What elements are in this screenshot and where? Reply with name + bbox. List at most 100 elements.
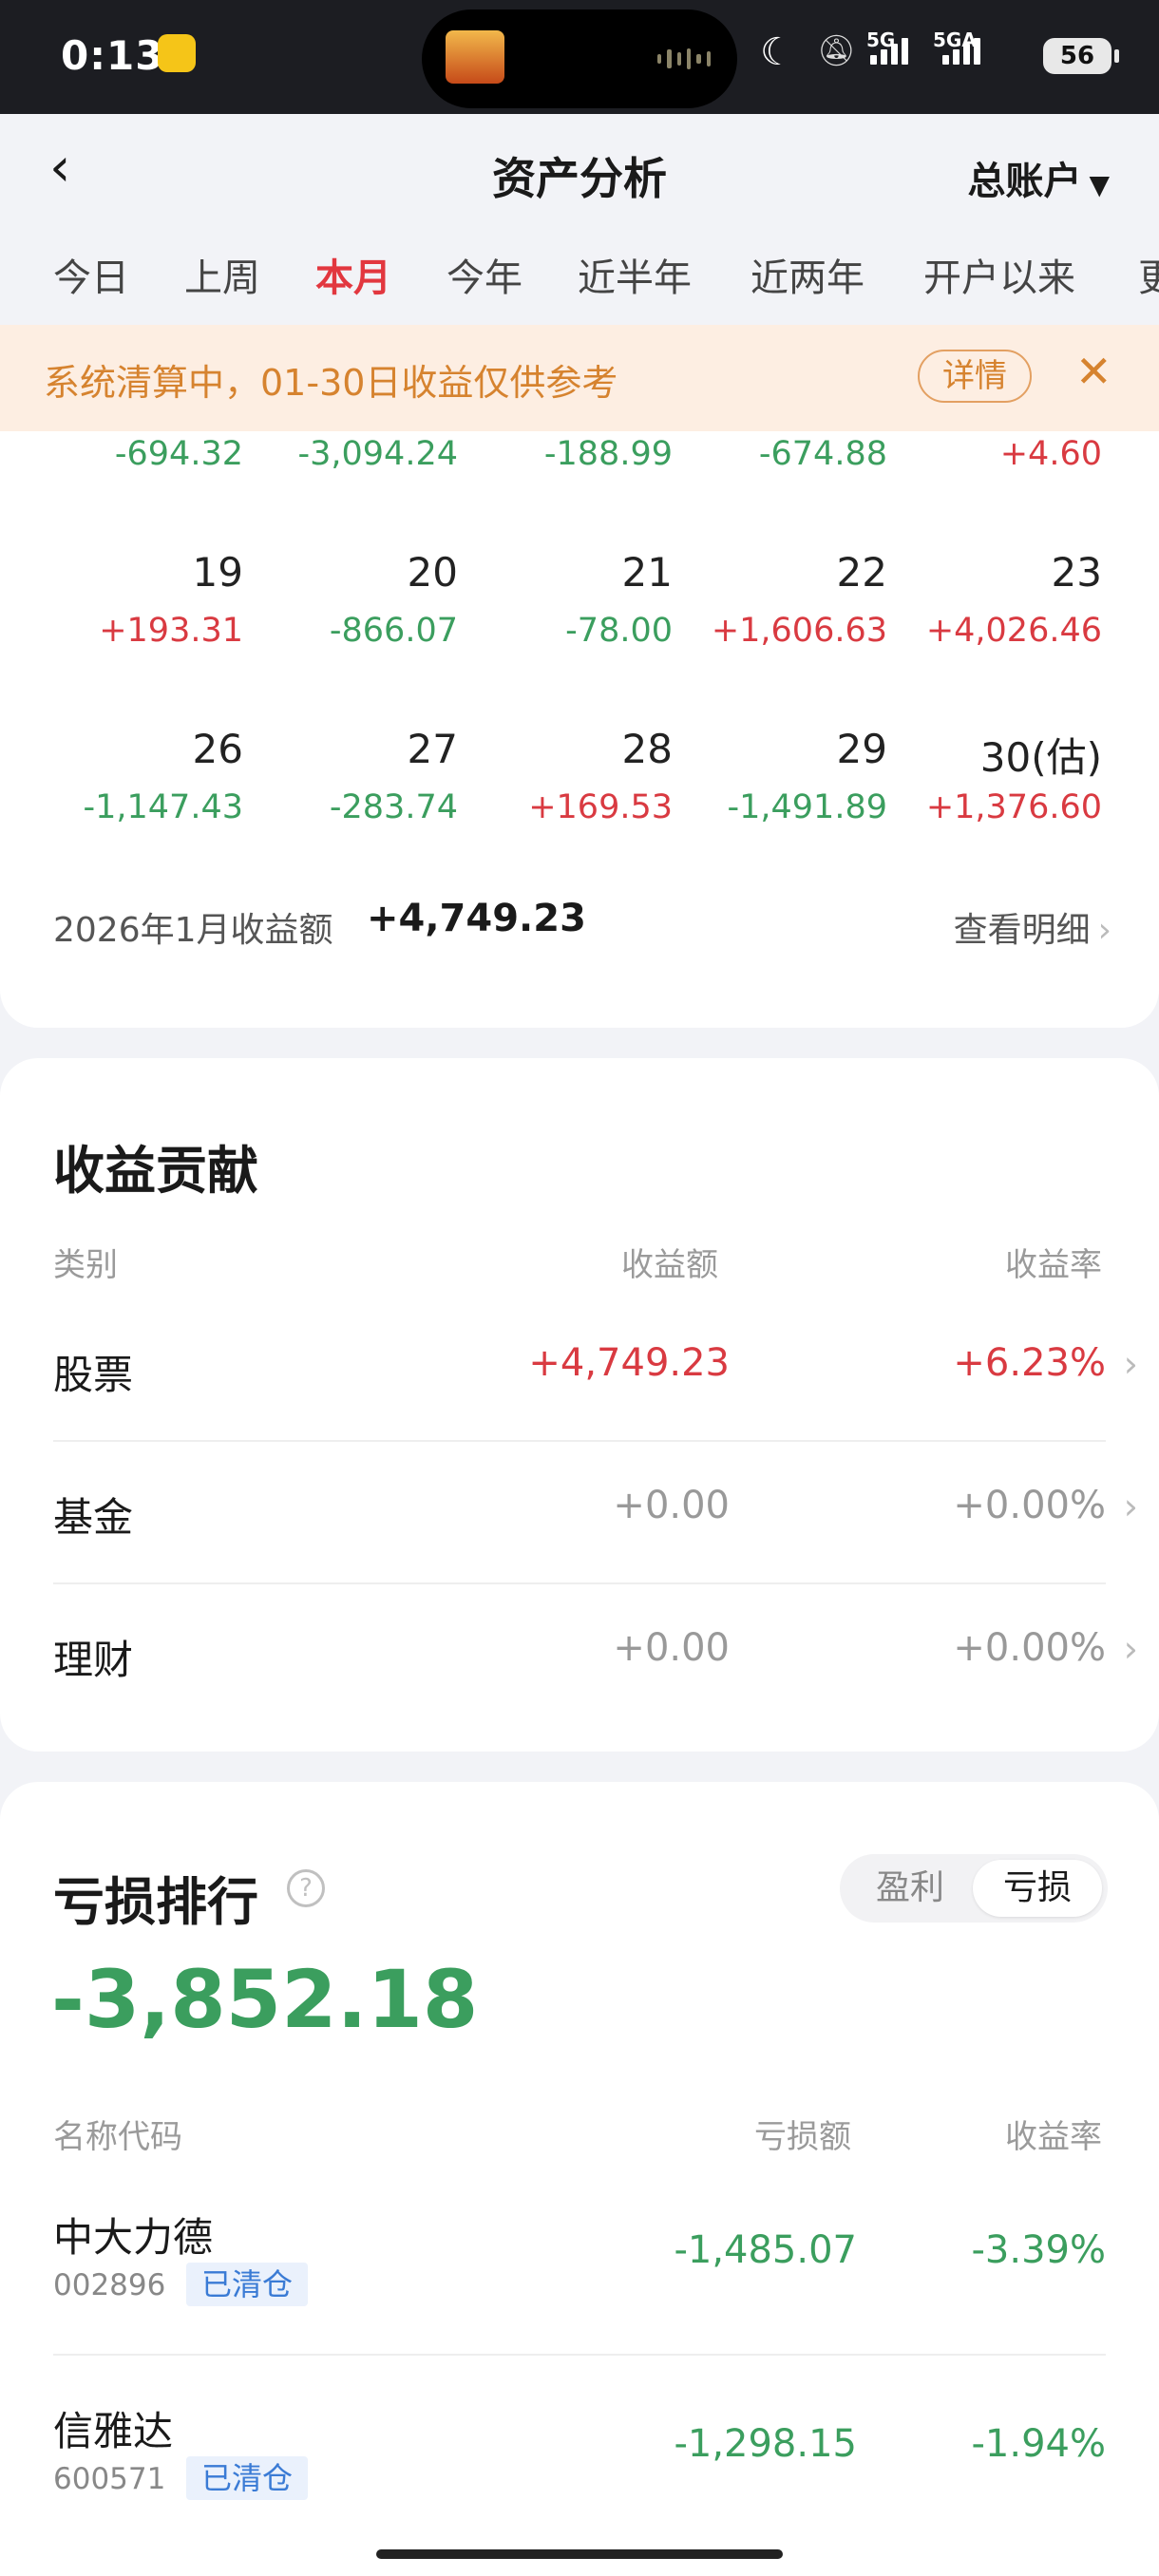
row-rate: -1.94%: [971, 2422, 1106, 2466]
calendar-value: -3,094.24: [297, 435, 459, 473]
tab-last-week[interactable]: 上周: [184, 247, 260, 302]
calendar-value: +1,376.60: [925, 788, 1102, 826]
view-detail-link[interactable]: 查看明细 ›: [954, 902, 1112, 952]
notice-text: 系统清算中，01-30日收益仅供参考: [44, 362, 618, 404]
signal-icon: [942, 38, 980, 65]
calendar-day[interactable]: 19: [53, 549, 243, 596]
row-amount: +0.00: [613, 1484, 730, 1527]
moon-icon: ☾: [760, 30, 794, 74]
calendar-day[interactable]: 28: [483, 726, 673, 772]
home-indicator[interactable]: [376, 2549, 783, 2559]
tab-today[interactable]: 今日: [53, 247, 129, 302]
tab-this-year[interactable]: 今年: [446, 247, 522, 302]
row-name: 理财: [53, 1637, 134, 1683]
column-header: 类别: [53, 1246, 118, 1284]
row-amount: +0.00: [613, 1626, 730, 1670]
row-rate: +0.00%: [953, 1484, 1106, 1527]
chevron-right-icon: ›: [1123, 1628, 1138, 1670]
chevron-right-icon: ›: [1123, 1486, 1138, 1527]
calendar-day[interactable]: 22: [697, 549, 887, 596]
month-total-label: 2026年1月收益额: [53, 911, 333, 950]
notice-detail-button[interactable]: 详情: [918, 350, 1032, 403]
stock-code: 002896: [53, 2268, 166, 2302]
cleared-badge: 已清仓: [186, 2263, 309, 2306]
row-amount: -1,485.07: [674, 2228, 857, 2272]
calendar-value: +169.53: [528, 788, 673, 826]
divider: [53, 2354, 1106, 2356]
toggle-profit[interactable]: 盈利: [846, 1860, 975, 1917]
calendar-value: +4.60: [999, 435, 1102, 473]
row-rate: -3.39%: [971, 2228, 1106, 2272]
row-amount: -1,298.15: [674, 2422, 857, 2466]
calendar-day[interactable]: 23: [912, 549, 1102, 596]
divider: [53, 1440, 1106, 1442]
tab-this-month[interactable]: 本月: [315, 247, 391, 302]
calendar-day[interactable]: 27: [268, 726, 458, 772]
stock-code: 600571: [53, 2462, 166, 2496]
calendar-card: -694.32 -3,094.24 -188.99 -674.88 +4.60 …: [0, 431, 1159, 1028]
status-bar: 0:13 ☾ 🔕︎ 5G 5GA 56: [0, 0, 1159, 114]
stock-name: 中大力德: [53, 2214, 214, 2261]
calendar-value: -1,491.89: [727, 788, 888, 826]
tab-two-years[interactable]: 近两年: [750, 247, 864, 302]
account-selector[interactable]: 总账户 ▼: [967, 150, 1110, 205]
row-rate: +0.00%: [953, 1626, 1106, 1670]
audio-wave-icon: [657, 47, 711, 70]
row-name: 基金: [53, 1494, 134, 1541]
column-header: 亏损额: [754, 2118, 851, 2156]
row-amount: +4,749.23: [528, 1341, 730, 1385]
loss-ranking-card: 亏损排行 ? 盈利 亏损 -3,852.18 名称代码 亏损额 收益率 中大力德…: [0, 1782, 1159, 2576]
account-label: 总账户: [967, 160, 1082, 203]
view-detail-label: 查看明细: [953, 911, 1091, 950]
calendar-value: -78.00: [565, 612, 673, 650]
calendar-value: +4,026.46: [925, 612, 1102, 650]
row-name: 股票: [53, 1352, 134, 1398]
column-header: 收益额: [621, 1246, 718, 1284]
column-header: 收益率: [1005, 2118, 1102, 2156]
caret-down-icon: ▼: [1089, 169, 1110, 200]
calendar-value: -866.07: [329, 612, 458, 650]
calendar-value: +1,606.63: [711, 612, 887, 650]
section-title: 亏损排行: [53, 1872, 258, 1932]
battery-icon: 56: [1043, 38, 1119, 74]
bell-muted-icon: 🔕︎: [817, 32, 856, 68]
calendar-value: -1,147.43: [83, 788, 244, 826]
calendar-day[interactable]: 26: [53, 726, 243, 772]
app-notification-icon: [158, 34, 196, 72]
loss-total-value: -3,852.18: [51, 1953, 479, 2046]
section-title: 收益贡献: [53, 1141, 258, 1201]
signal-icon: [870, 38, 908, 65]
notice-banner: 系统清算中，01-30日收益仅供参考 详情 ✕: [0, 325, 1159, 431]
month-total-value: +4,749.23: [367, 897, 586, 940]
stock-name: 信雅达: [53, 2408, 174, 2454]
help-icon[interactable]: ?: [287, 1869, 325, 1907]
column-header: 收益率: [1005, 1246, 1102, 1284]
calendar-day[interactable]: 29: [697, 726, 887, 772]
calendar-value: -188.99: [543, 435, 673, 473]
column-header: 名称代码: [53, 2118, 182, 2156]
row-rate: +6.23%: [953, 1341, 1106, 1385]
nav-header: ‹ 资产分析 总账户 ▼: [0, 114, 1159, 226]
calendar-value: -694.32: [114, 435, 243, 473]
calendar-value: +193.31: [99, 612, 243, 650]
calendar-value: -674.88: [758, 435, 887, 473]
period-tabs: 今日 上周 本月 今年 近半年 近两年 开户以来 更: [0, 226, 1159, 325]
media-thumbnail-icon: [446, 30, 504, 84]
divider: [53, 1582, 1106, 1584]
calendar-day[interactable]: 20: [268, 549, 458, 596]
calendar-value: -283.74: [329, 788, 458, 826]
calendar-day[interactable]: 21: [483, 549, 673, 596]
chevron-right-icon: ›: [1123, 1343, 1138, 1385]
profit-loss-toggle: 盈利 亏损: [840, 1854, 1108, 1923]
chevron-right-icon: ›: [1097, 911, 1112, 950]
toggle-loss[interactable]: 亏损: [973, 1860, 1102, 1917]
close-icon[interactable]: ✕: [1075, 346, 1112, 397]
tab-half-year[interactable]: 近半年: [578, 247, 692, 302]
calendar-day[interactable]: 30(估): [912, 726, 1102, 784]
contribution-card: 收益贡献 类别 收益额 收益率 股票 +4,749.23 +6.23% › 基金…: [0, 1058, 1159, 1752]
tab-since-open[interactable]: 开户以来: [923, 247, 1075, 302]
cleared-badge: 已清仓: [186, 2456, 309, 2500]
tab-more[interactable]: 更: [1138, 247, 1159, 302]
dynamic-island: [422, 9, 737, 108]
status-time: 0:13: [61, 32, 164, 79]
